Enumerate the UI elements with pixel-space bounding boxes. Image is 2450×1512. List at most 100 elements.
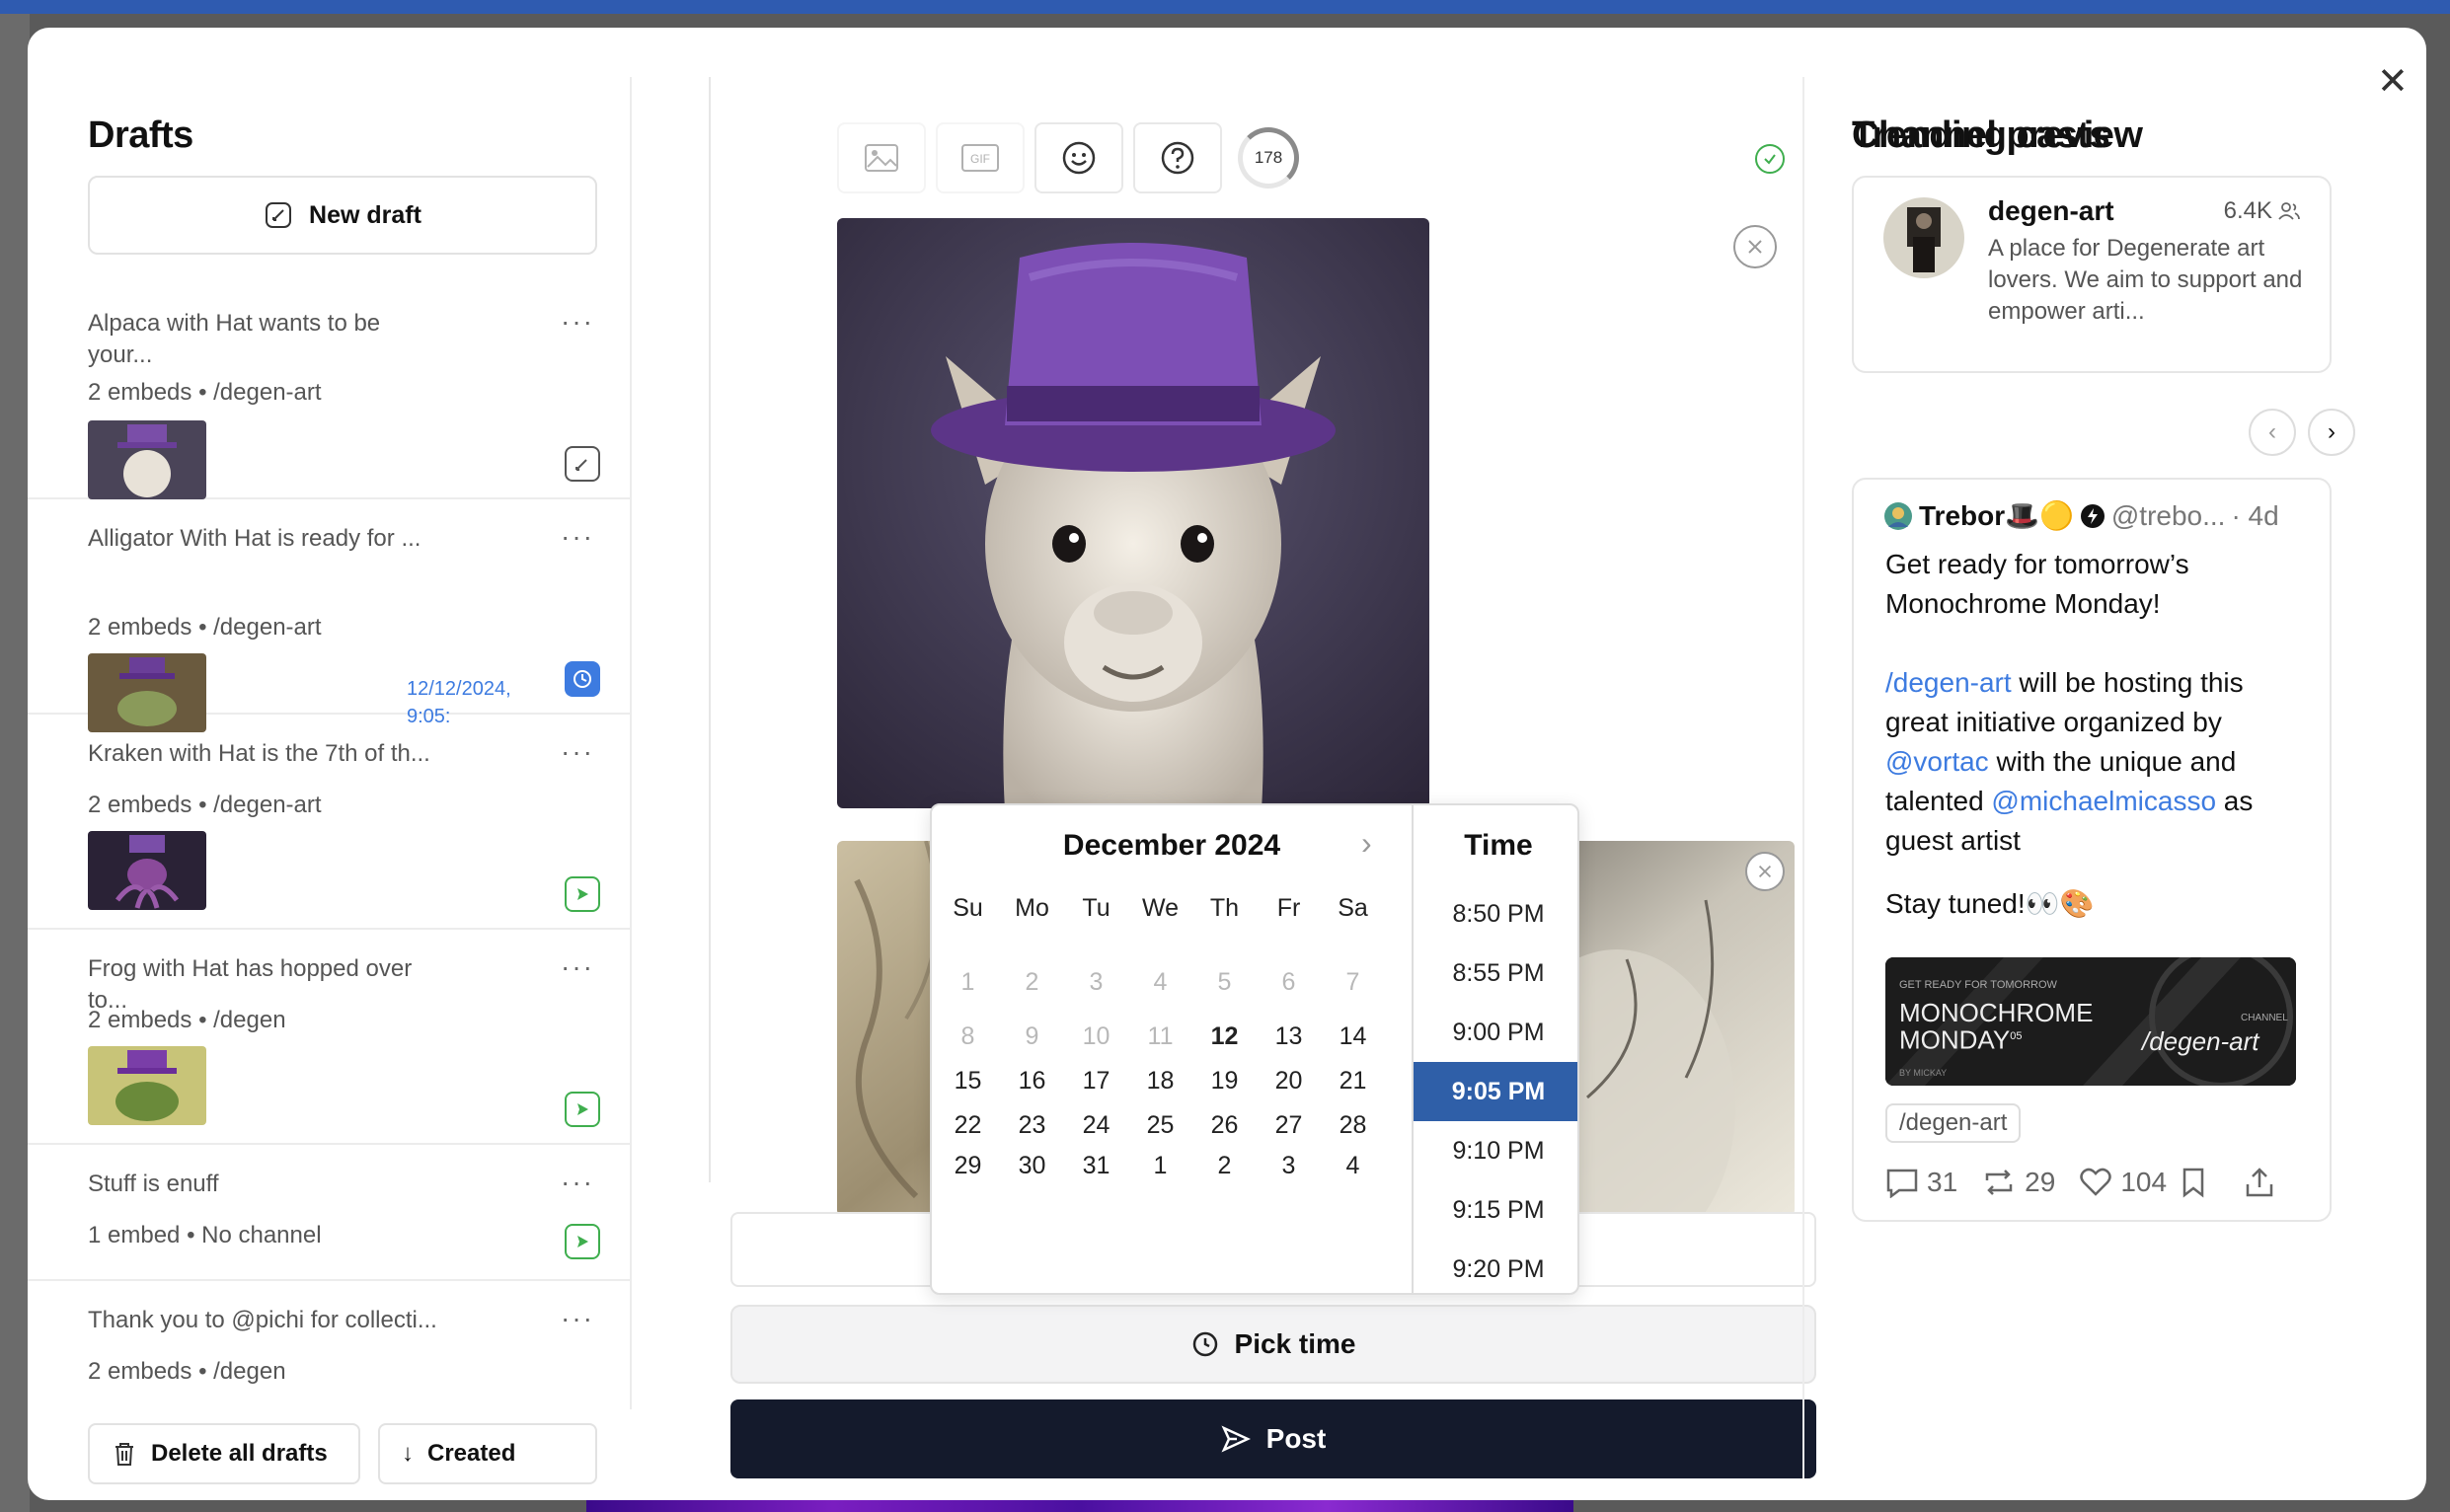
like-button[interactable]: 104 [2079, 1167, 2167, 1198]
cast-channel-link[interactable]: /degen-art [1885, 667, 2012, 698]
emoji-button[interactable] [1034, 122, 1123, 193]
schedule-datetime-picker: December 2024 › Su Mo Tu We Th Fr Sa 1 2 3 4 5 6 7 8 9 1… [930, 803, 1579, 1295]
calendar-day[interactable]: 21 [1321, 1056, 1385, 1105]
time-option[interactable]: 8:50 PM [1414, 884, 1577, 944]
add-image-button[interactable] [837, 122, 926, 193]
post-button[interactable]: Post [730, 1399, 1816, 1478]
weekday-header: We [1141, 893, 1180, 922]
calendar-day[interactable]: 13 [1257, 1017, 1321, 1056]
calendar-day[interactable]: 17 [1064, 1056, 1128, 1105]
more-options-icon[interactable]: ··· [561, 1167, 594, 1198]
add-gif-button[interactable]: GIF [936, 122, 1025, 193]
time-option[interactable]: 9:10 PM [1414, 1121, 1577, 1180]
draft-item[interactable]: Alligator With Hat is ready for ... ··· … [28, 499, 632, 732]
cast-image-title-line: MONDAY05 [1899, 1024, 2093, 1053]
draft-item[interactable]: Alpaca with Hat wants to be your... ··· … [28, 284, 632, 499]
trash-icon [115, 1443, 133, 1466]
cast-image[interactable]: GET READY FOR TOMORROW MONOCHROME MONDAY… [1885, 957, 2296, 1086]
draft-item[interactable]: Frog with Hat has hopped over to... ··· … [28, 930, 632, 1145]
more-options-icon[interactable]: ··· [561, 1303, 594, 1334]
more-options-icon[interactable]: ··· [561, 521, 594, 553]
calendar-day[interactable]: 23 [1000, 1105, 1064, 1145]
calendar-day[interactable]: 28 [1321, 1105, 1385, 1145]
bookmark-icon [2182, 1168, 2204, 1198]
chevron-right-icon[interactable]: › [2308, 409, 2355, 456]
calendar-month-label: December 2024 [1062, 829, 1281, 862]
time-option[interactable]: 8:55 PM [1414, 944, 1577, 1003]
calendar-day[interactable]: 4 [1321, 1145, 1385, 1186]
pick-time-button[interactable]: Pick time [730, 1305, 1816, 1384]
delete-all-drafts-button[interactable]: Delete all drafts [88, 1423, 360, 1484]
clock-icon[interactable] [565, 661, 600, 697]
calendar-day[interactable]: 22 [936, 1105, 1000, 1145]
share-button[interactable] [2244, 1167, 2275, 1198]
send-icon[interactable] [565, 1092, 600, 1127]
more-options-icon[interactable]: ··· [561, 736, 594, 768]
calendar: December 2024 › Su Mo Tu We Th Fr Sa 1 2 3 4 5 6 7 8 9 1… [932, 805, 1412, 1293]
question-icon [1161, 141, 1194, 175]
drafts-list: Alpaca with Hat wants to be your... ··· … [28, 284, 632, 1390]
time-option[interactable]: 9:20 PM [1414, 1240, 1577, 1293]
chevron-right-icon[interactable]: › [1361, 825, 1372, 862]
time-list-panel: Time 8:50 PM 8:55 PM 9:00 PM 9:05 PM 9:10 PM… [1412, 805, 1577, 1293]
calendar-day[interactable]: 29 [936, 1145, 1000, 1186]
calendar-day[interactable]: 3 [1257, 1145, 1321, 1186]
cast-handle[interactable]: @trebo... [2111, 500, 2226, 532]
more-options-icon[interactable]: ··· [561, 951, 594, 983]
calendar-day[interactable]: 18 [1128, 1056, 1192, 1105]
calendar-day[interactable]: 27 [1257, 1105, 1321, 1145]
recast-icon [1985, 1170, 2013, 1195]
calendar-day[interactable]: 1 [1128, 1145, 1192, 1186]
send-icon[interactable] [565, 876, 600, 912]
calendar-day[interactable]: 25 [1128, 1105, 1192, 1145]
draft-thumbnail-frog [88, 1046, 206, 1125]
calendar-day[interactable]: 15 [936, 1056, 1000, 1105]
calendar-day: 3 [1089, 967, 1104, 996]
calendar-day: 1 [960, 967, 975, 996]
help-button[interactable] [1133, 122, 1222, 193]
cast-mention-link[interactable]: @michaelmicasso [1991, 786, 2216, 816]
trending-cast-card[interactable]: Trebor🎩🟡 @trebo... · 4d Get ready for to… [1852, 478, 2332, 1222]
calendar-day[interactable]: 30 [1000, 1145, 1064, 1186]
app-top-bar [0, 0, 2450, 14]
draft-item[interactable]: Thank you to @pichi for collecti... ··· … [28, 1281, 632, 1390]
draft-title: Alligator With Hat is ready for ... [88, 525, 421, 552]
calendar-day[interactable]: 16 [1000, 1056, 1064, 1105]
calendar-day[interactable]: 26 [1192, 1105, 1257, 1145]
draft-title: Kraken with Hat is the 7th of th... [88, 740, 430, 767]
calendar-day[interactable]: 19 [1192, 1056, 1257, 1105]
cast-author[interactable]: Trebor🎩🟡 [1919, 499, 2074, 532]
drafts-title: Drafts [88, 114, 193, 156]
calendar-day[interactable]: 2 [1192, 1145, 1257, 1186]
sort-created-button[interactable]: ↓ Created [378, 1423, 597, 1484]
calendar-day[interactable]: 20 [1257, 1056, 1321, 1105]
new-draft-button[interactable]: New draft [88, 176, 597, 255]
draft-item[interactable]: Kraken with Hat is the 7th of th... ··· … [28, 715, 632, 930]
send-icon[interactable] [565, 1224, 600, 1259]
cast-image-kicker: GET READY FOR TOMORROW [1899, 979, 2057, 991]
calendar-day[interactable]: 12 [1192, 1017, 1257, 1056]
time-option[interactable]: 9:15 PM [1414, 1180, 1577, 1240]
calendar-day[interactable]: 14 [1321, 1017, 1385, 1056]
avatar [1884, 501, 1912, 530]
calendar-day[interactable]: 24 [1064, 1105, 1128, 1145]
draft-item[interactable]: Stuff is enuff ··· 1 embed • No channel [28, 1145, 632, 1281]
calendar-day[interactable]: 31 [1064, 1145, 1128, 1186]
bookmark-button[interactable] [2181, 1167, 2206, 1198]
channel-card[interactable]: degen-art 6.4K A place for Degenerate ar… [1852, 176, 2332, 373]
recast-button[interactable]: 29 [1981, 1167, 2055, 1198]
chevron-left-icon[interactable]: ‹ [2249, 409, 2296, 456]
cast-channel-tag[interactable]: /degen-art [1885, 1103, 2022, 1143]
channel-name: degen-art [1988, 195, 2114, 226]
composer-toolbar: GIF 178 [837, 122, 1299, 193]
remove-embed-icon[interactable] [1745, 852, 1785, 891]
reply-button[interactable]: 31 [1885, 1167, 1957, 1198]
edit-icon[interactable] [565, 446, 600, 482]
time-option[interactable]: 9:00 PM [1414, 1003, 1577, 1062]
channel-description: A place for Degenerate art lovers. We ai… [1988, 235, 2303, 325]
remove-embed-icon[interactable] [1733, 225, 1777, 268]
time-option[interactable]: 9:05 PM [1414, 1062, 1577, 1121]
more-options-icon[interactable]: ··· [561, 306, 594, 338]
close-icon[interactable]: ✕ [2377, 59, 2409, 104]
cast-mention-link[interactable]: @vortac [1885, 746, 1989, 777]
